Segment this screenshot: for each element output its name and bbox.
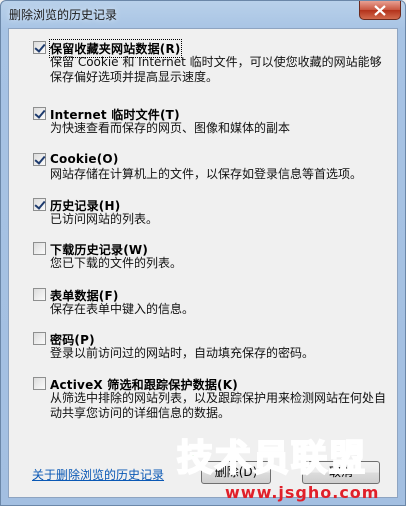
delete-history-dialog: 删除浏览的历史记录 保留收藏夹网站数据(R) 保留 Cookie 和 Inter…: [0, 0, 406, 506]
option-description: 从筛选中排除的网站列表，以及跟踪保护用来检测网站在何处自动共享您访问的详细信息的…: [50, 391, 387, 420]
dialog-body: 保留收藏夹网站数据(R) 保留 Cookie 和 Internet 临时文件，可…: [8, 28, 398, 498]
close-icon: [374, 4, 386, 16]
temp-files-checkbox[interactable]: [33, 107, 46, 120]
option-description: 网站存储在计算机上的文件，以保存如登录信息等首选项。: [50, 167, 363, 181]
about-delete-history-link[interactable]: 关于删除浏览的历史记录: [32, 466, 164, 483]
close-button[interactable]: [359, 1, 401, 20]
window-title: 删除浏览的历史记录: [9, 8, 118, 22]
preserve-favorites-checkbox[interactable]: [33, 41, 46, 54]
form-data-checkbox[interactable]: [33, 288, 46, 301]
title-bar[interactable]: 删除浏览的历史记录: [1, 1, 405, 27]
cookies-checkbox[interactable]: [33, 153, 46, 166]
option-description: 已访问网站的列表。: [50, 212, 159, 226]
option-description: 保留 Cookie 和 Internet 临时文件，可以使您收藏的网站能够保存偏…: [50, 55, 382, 84]
activex-filtering-checkbox[interactable]: [33, 377, 46, 390]
download-history-checkbox[interactable]: [33, 242, 46, 255]
option-description: 保存在表单中键入的信息。: [50, 302, 195, 316]
watermark-url: www.jsgho.com: [225, 483, 380, 502]
passwords-checkbox[interactable]: [33, 332, 46, 345]
option-description: 登录以前访问过的网站时，自动填充保存的密码。: [50, 346, 315, 360]
option-description: 为快速查看而保存的网页、图像和媒体的副本: [50, 121, 291, 135]
watermark-logo: 技术员联盟: [176, 437, 368, 480]
history-checkbox[interactable]: [33, 198, 46, 211]
option-label: Cookie(O): [50, 152, 119, 166]
option-description: 您已下载的文件的列表。: [50, 256, 183, 270]
